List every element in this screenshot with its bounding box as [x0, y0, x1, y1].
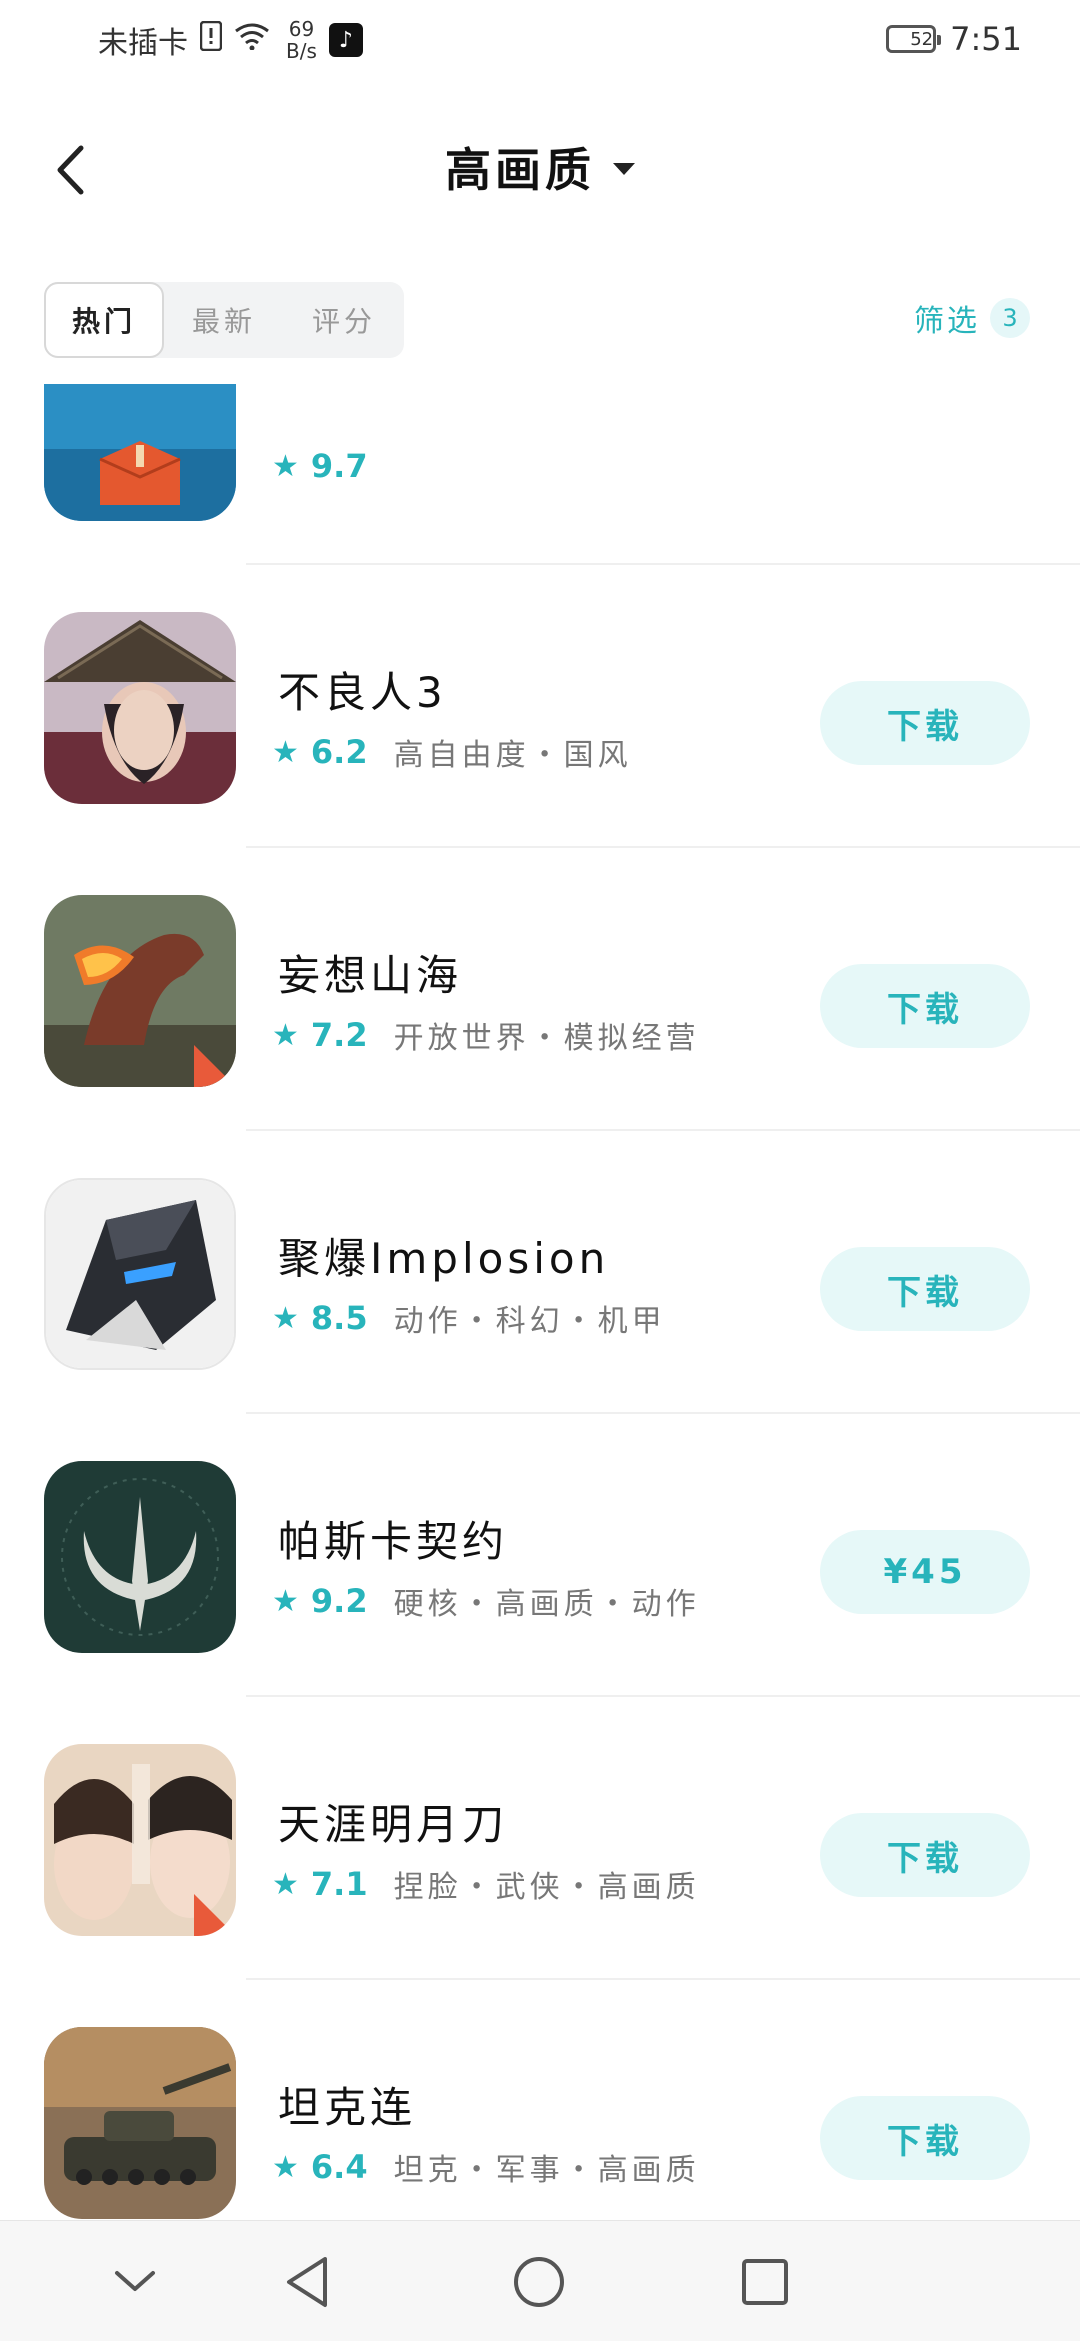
game-meta: ★ 7.1 捏脸・武侠・高画质	[272, 1862, 700, 1906]
star-icon: ★	[272, 1583, 299, 1619]
game-meta: ★ 6.2 高自由度・国风	[272, 730, 632, 774]
triangle-back-icon	[287, 2257, 327, 2307]
tiktok-icon: ♪	[328, 23, 363, 57]
nav-back-button[interactable]	[272, 2247, 342, 2317]
game-meta: ★ 8.5 动作・科幻・机甲	[272, 1296, 666, 1340]
list-item[interactable]: 聚爆Implosion ★ 8.5 动作・科幻・机甲 下载	[0, 1131, 1080, 1414]
fire-dragon-icon	[44, 895, 236, 1087]
star-icon: ★	[272, 448, 299, 484]
sword-hat-warrior-icon	[44, 612, 236, 804]
game-meta: ★ 7.2 开放世界・模拟经营	[272, 1013, 700, 1057]
title-dropdown[interactable]: 高画质	[0, 134, 1080, 200]
net-speed-unit: B/s	[286, 39, 317, 63]
partial-game-meta: ★ 9.7	[272, 447, 382, 485]
download-button[interactable]: 下载	[820, 1247, 1030, 1331]
pascal-emblem-icon	[44, 1461, 236, 1653]
carrier-label: 未插卡	[98, 26, 188, 61]
star-icon: ★	[272, 734, 299, 770]
hide-keyboard-button[interactable]	[100, 2247, 170, 2317]
status-right: 52 7:51	[886, 20, 1022, 58]
game-name: 聚爆Implosion	[278, 1234, 610, 1283]
partial-game-icon	[44, 384, 236, 521]
net-speed-value: 69	[288, 17, 315, 41]
game-tags: 捏脸・武侠・高画质	[393, 1870, 700, 1905]
list-item[interactable]: 妄想山海 ★ 7.2 开放世界・模拟经营 下载	[0, 848, 1080, 1131]
price-button[interactable]: ¥45	[820, 1530, 1030, 1614]
list-item-partial[interactable]: ★ 9.7	[0, 384, 1080, 565]
sim-alert-icon	[199, 20, 223, 59]
star-icon: ★	[272, 1300, 299, 1336]
star-icon: ★	[272, 1017, 299, 1053]
game-name: 坦克连	[278, 2083, 417, 2132]
tab-hot[interactable]: 热门	[44, 282, 164, 358]
net-speed: 69 B/s	[286, 18, 317, 62]
game-tags: 动作・科幻・机甲	[393, 1304, 666, 1339]
square-recents-icon	[742, 2259, 788, 2305]
list-item[interactable]: 坦克连 ★ 6.4 坦克・军事・高画质 下载	[0, 1980, 1080, 2220]
list-item[interactable]: 不良人3 ★ 6.2 高自由度・国风 下载	[0, 565, 1080, 848]
game-tags: 硬核・高画质・动作	[393, 1587, 700, 1622]
game-name: 帕斯卡契约	[278, 1517, 509, 1566]
game-list[interactable]: ★ 9.7 不良人3 ★ 6.2 高自由度・国风 下载 妄想山海 ★ 7.2 开…	[0, 384, 1080, 2220]
status-left: 未插卡 69 B/s ♪	[98, 18, 363, 62]
game-rating: 9.2	[310, 1582, 368, 1620]
tab-latest[interactable]: 最新	[164, 282, 284, 358]
nav-home-button[interactable]	[504, 2247, 574, 2317]
chevron-down-icon	[115, 2271, 155, 2291]
game-rating: 7.1	[310, 1865, 368, 1903]
game-rating: 6.4	[310, 2148, 368, 2186]
partial-game-rating: 9.7	[310, 447, 368, 485]
sort-tabs: 热门 最新 评分	[44, 282, 404, 358]
download-button[interactable]: 下载	[820, 1813, 1030, 1897]
star-icon: ★	[272, 1866, 299, 1902]
circle-home-icon	[514, 2257, 564, 2307]
wifi-icon	[234, 22, 270, 58]
game-name: 不良人3	[278, 668, 447, 717]
filter-count-badge: 3	[990, 298, 1030, 338]
download-button[interactable]: 下载	[820, 681, 1030, 765]
caret-down-icon	[613, 163, 635, 175]
download-button[interactable]: 下载	[820, 964, 1030, 1048]
game-name: 天涯明月刀	[278, 1800, 509, 1849]
tank-icon	[44, 2027, 236, 2219]
filter-button[interactable]: 筛选 3	[914, 296, 1030, 340]
star-icon: ★	[272, 2149, 299, 2185]
game-name: 妄想山海	[278, 951, 463, 1000]
game-meta: ★ 9.2 硬核・高画质・动作	[272, 1579, 700, 1623]
game-tags: 开放世界・模拟经营	[393, 1021, 700, 1056]
game-tags: 坦克・军事・高画质	[393, 2153, 700, 2188]
game-rating: 7.2	[310, 1016, 368, 1054]
battery-level: 52	[910, 28, 934, 50]
nav-recents-button[interactable]	[730, 2247, 800, 2317]
game-rating: 8.5	[310, 1299, 368, 1337]
list-item[interactable]: 帕斯卡契约 ★ 9.2 硬核・高画质・动作 ¥45	[0, 1414, 1080, 1697]
filter-label: 筛选	[914, 304, 980, 339]
game-meta: ★ 6.4 坦克・军事・高画质	[272, 2145, 700, 2189]
game-tags: 高自由度・国风	[393, 738, 632, 773]
download-button[interactable]: 下载	[820, 2096, 1030, 2180]
system-nav-bar	[0, 2220, 1080, 2341]
couple-portrait-icon	[44, 1744, 236, 1936]
battery-icon: 52	[886, 25, 942, 53]
status-bar: 未插卡 69 B/s ♪ 52 7:51	[0, 0, 1080, 90]
list-item[interactable]: 天涯明月刀 ★ 7.1 捏脸・武侠・高画质 下载	[0, 1697, 1080, 1980]
game-rating: 6.2	[310, 733, 368, 771]
page-title: 高画质	[445, 143, 595, 197]
tab-rating[interactable]: 评分	[284, 282, 404, 358]
header: 高画质	[0, 120, 1080, 220]
clock: 7:51	[950, 20, 1022, 58]
mecha-head-icon	[44, 1178, 236, 1370]
